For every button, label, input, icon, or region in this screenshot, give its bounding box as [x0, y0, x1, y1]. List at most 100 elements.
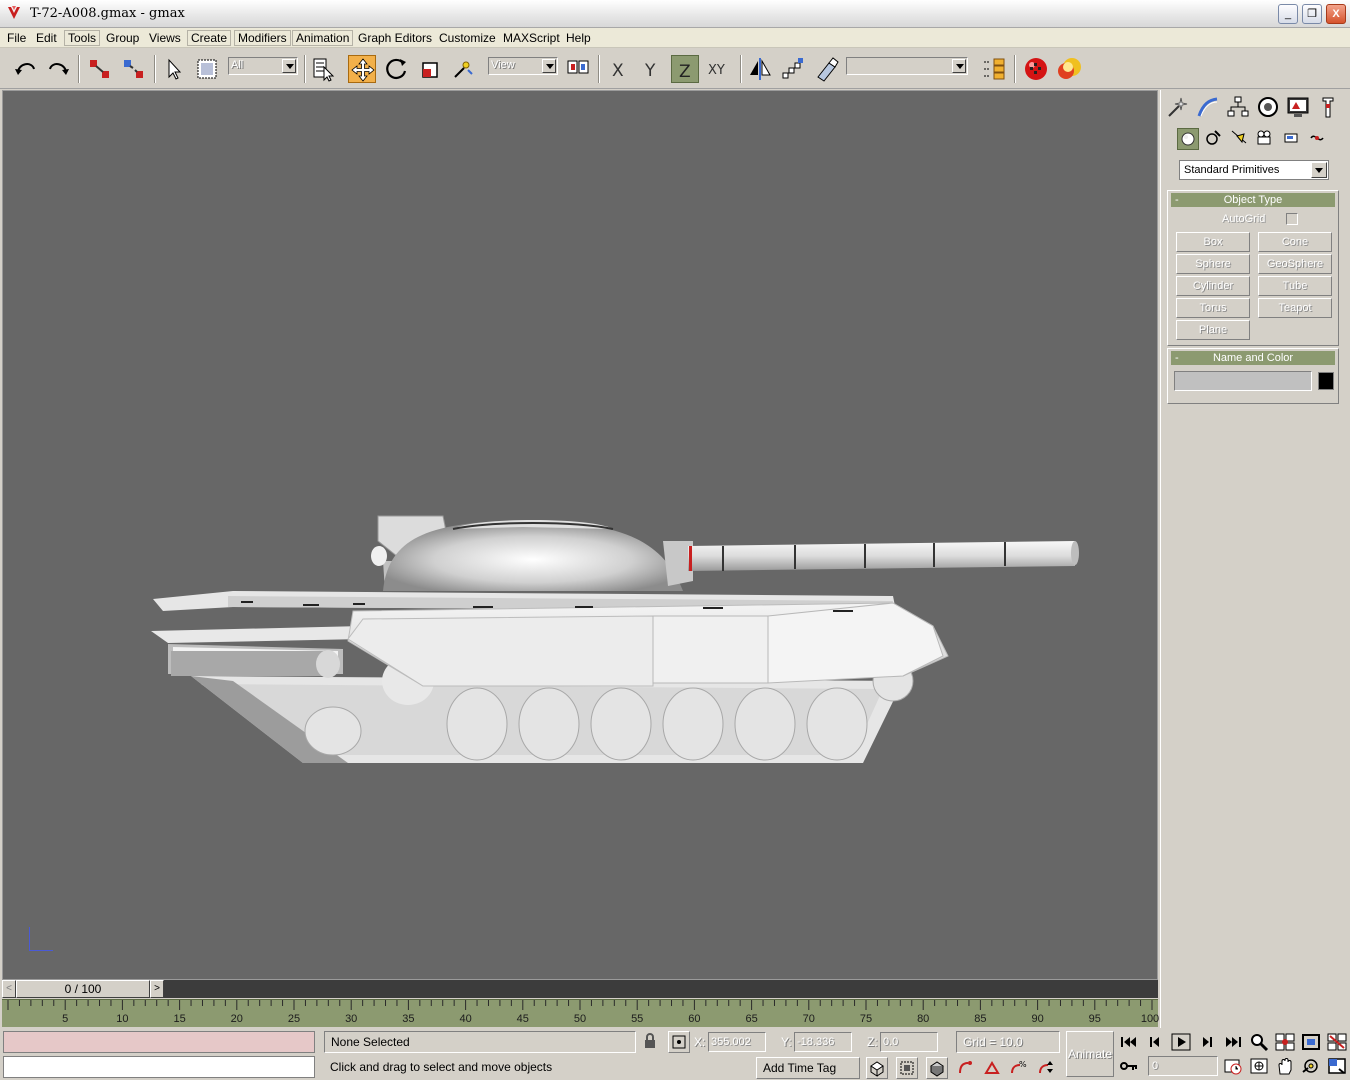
object-type-header[interactable]: - Object Type — [1171, 193, 1335, 207]
object-category-dropdown[interactable]: Standard Primitives — [1179, 160, 1329, 180]
unlink-selection-icon[interactable] — [120, 55, 148, 83]
min-max-toggle-icon[interactable] — [1326, 1056, 1350, 1078]
modify-tab-icon[interactable] — [1195, 94, 1221, 120]
chevron-down-icon[interactable] — [952, 59, 966, 73]
x-coordinate-field[interactable]: 355.002 — [708, 1032, 766, 1052]
next-frame-icon[interactable] — [1196, 1032, 1220, 1054]
chevron-down-icon[interactable] — [282, 59, 296, 73]
maxscript-listener-input[interactable] — [3, 1056, 315, 1078]
select-and-move-icon[interactable] — [348, 55, 376, 83]
window-crossing-icon[interactable] — [896, 1057, 918, 1079]
pan-hand-icon[interactable] — [1274, 1056, 1298, 1078]
space-warps-icon[interactable] — [1307, 128, 1329, 150]
menu-create[interactable]: Create — [187, 30, 232, 46]
zoom-all-icon[interactable] — [1274, 1032, 1298, 1054]
autogrid-checkbox[interactable] — [1286, 213, 1298, 225]
angle-snap-icon[interactable] — [982, 1057, 1004, 1079]
teapot-button[interactable]: Teapot — [1258, 298, 1332, 318]
select-and-link-icon[interactable] — [86, 55, 114, 83]
box-button[interactable]: Box — [1176, 232, 1250, 252]
menu-file[interactable]: File — [4, 30, 29, 46]
shapes-icon[interactable] — [1203, 128, 1225, 150]
cylinder-button[interactable]: Cylinder — [1176, 276, 1250, 296]
go-to-end-icon[interactable] — [1222, 1032, 1246, 1054]
restore-button[interactable]: ❐ — [1302, 4, 1322, 24]
zoom-extents-all-icon[interactable] — [1326, 1032, 1350, 1054]
selection-filter-dropdown[interactable]: All — [228, 57, 298, 75]
go-to-start-icon[interactable] — [1118, 1032, 1142, 1054]
cameras-icon[interactable] — [1255, 128, 1277, 150]
menu-group[interactable]: Group — [103, 30, 142, 46]
restrict-xy-button[interactable]: XY — [706, 55, 734, 83]
hierarchy-tab-icon[interactable] — [1225, 94, 1251, 120]
object-color-swatch[interactable] — [1318, 372, 1334, 390]
zoom-extents-icon[interactable] — [1300, 1032, 1324, 1054]
time-slider-next[interactable]: > — [150, 980, 164, 998]
select-object-icon[interactable] — [160, 55, 188, 83]
select-and-scale-icon[interactable] — [417, 55, 445, 83]
time-slider[interactable]: < 0 / 100 > — [2, 980, 1158, 998]
redo-icon[interactable] — [44, 55, 72, 83]
create-tab-icon[interactable] — [1165, 94, 1191, 120]
add-time-tag-button[interactable]: Add Time Tag — [756, 1057, 860, 1079]
collapse-icon[interactable]: - — [1175, 193, 1179, 207]
render-scene-icon[interactable] — [1056, 55, 1084, 83]
current-frame-field[interactable]: 0 — [1148, 1056, 1218, 1076]
plane-button[interactable]: Plane — [1176, 320, 1250, 340]
collapse-icon[interactable]: - — [1175, 351, 1179, 365]
helpers-icon[interactable] — [1281, 128, 1303, 150]
menu-help[interactable]: Help — [563, 30, 594, 46]
select-and-rotate-icon[interactable] — [383, 55, 411, 83]
menu-edit[interactable]: Edit — [33, 30, 60, 46]
tube-button[interactable]: Tube — [1258, 276, 1332, 296]
snap-3d-icon[interactable] — [956, 1057, 978, 1079]
chevron-down-icon[interactable] — [1311, 162, 1327, 178]
align-icon[interactable] — [813, 55, 841, 83]
pivot-center-icon[interactable] — [564, 55, 592, 83]
snap-toggle-icon[interactable] — [926, 1057, 948, 1079]
motion-tab-icon[interactable] — [1255, 94, 1281, 120]
undo-icon[interactable] — [12, 55, 40, 83]
rectangular-selection-icon[interactable] — [193, 55, 221, 83]
absolute-mode-icon[interactable] — [668, 1031, 690, 1053]
animate-button[interactable]: Animate — [1066, 1031, 1114, 1077]
display-tab-icon[interactable] — [1285, 94, 1311, 120]
degradation-override-icon[interactable] — [866, 1057, 888, 1079]
restrict-z-button[interactable]: Z — [671, 55, 699, 83]
menu-customize[interactable]: Customize — [436, 30, 499, 46]
track-bar[interactable]: 5 10 15 20 25 30 35 40 45 50 55 60 65 70 75 80 85 90 95 100 — [2, 999, 1159, 1027]
time-slider-prev[interactable]: < — [2, 980, 16, 998]
mirror-icon[interactable] — [746, 55, 774, 83]
cone-button[interactable]: Cone — [1258, 232, 1332, 252]
close-button[interactable]: X — [1326, 4, 1346, 24]
material-editor-icon[interactable] — [1022, 55, 1050, 83]
maxscript-listener-output[interactable] — [3, 1031, 315, 1053]
gmax-app-icon[interactable] — [6, 5, 22, 21]
object-name-field[interactable] — [1174, 371, 1312, 391]
array-icon[interactable] — [779, 55, 807, 83]
menu-maxscript[interactable]: MAXScript — [500, 30, 563, 46]
lights-icon[interactable] — [1229, 128, 1251, 150]
geosphere-button[interactable]: GeoSphere — [1258, 254, 1332, 274]
torus-button[interactable]: Torus — [1176, 298, 1250, 318]
menu-views[interactable]: Views — [146, 30, 184, 46]
menu-tools[interactable]: Tools — [64, 30, 101, 46]
layer-manager-icon[interactable] — [980, 55, 1008, 83]
y-coordinate-field[interactable]: -18.336 — [794, 1032, 852, 1052]
utilities-tab-icon[interactable] — [1315, 94, 1341, 120]
play-icon[interactable] — [1170, 1032, 1194, 1054]
select-and-manipulate-icon[interactable] — [450, 55, 478, 83]
time-slider-thumb[interactable]: 0 / 100 — [16, 980, 150, 998]
chevron-down-icon[interactable] — [542, 59, 556, 73]
select-by-name-icon[interactable] — [310, 55, 338, 83]
menu-modifiers[interactable]: Modifiers — [234, 30, 291, 46]
restrict-y-button[interactable]: Y — [638, 55, 666, 83]
sphere-button[interactable]: Sphere — [1176, 254, 1250, 274]
menu-animation[interactable]: Animation — [292, 30, 354, 46]
restrict-x-button[interactable]: X — [605, 55, 633, 83]
zoom-icon[interactable] — [1248, 1032, 1272, 1054]
menu-graph-editors[interactable]: Graph Editors — [355, 30, 435, 46]
field-of-view-icon[interactable] — [1248, 1056, 1272, 1078]
minimize-button[interactable]: _ — [1278, 4, 1298, 24]
previous-frame-icon[interactable] — [1144, 1032, 1168, 1054]
